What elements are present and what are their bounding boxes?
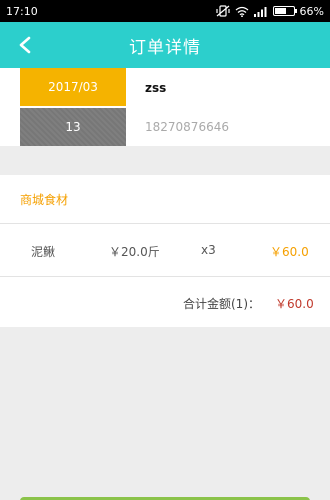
page-title: 订单详情 (129, 37, 201, 58)
section-title: 商城食材 (20, 193, 69, 207)
total-label: 合计金额(1)： (183, 297, 260, 311)
item-name: 泥鳅 (31, 245, 56, 259)
battery-icon (272, 6, 297, 16)
item-unit-price: ￥20.0斤 (109, 245, 160, 259)
order-day: 13 (20, 108, 126, 146)
order-info-card: 2017/03 13 zss 18270876646 (0, 68, 330, 146)
back-button[interactable] (10, 30, 40, 60)
item-quantity: x3 (201, 243, 216, 257)
order-items-section: 商城食材 泥鳅 ￥20.0斤 x3 ￥60.0 合计金额(1)： ￥60.0 (0, 175, 330, 327)
wifi-icon (235, 6, 248, 17)
signal-icon (253, 6, 267, 17)
vibrate-off-icon (215, 5, 230, 17)
status-bar: 17:10 66% (0, 0, 330, 22)
app-header: 订单详情 (0, 22, 330, 68)
chevron-left-icon (19, 36, 31, 54)
battery-percent: 66% (299, 4, 324, 18)
customer-name: zss (145, 81, 167, 95)
status-time: 17:10 (6, 4, 38, 18)
total-amount: ￥60.0 (275, 297, 314, 311)
customer-phone: 18270876646 (145, 120, 229, 134)
list-item: 泥鳅 ￥20.0斤 x3 ￥60.0 (0, 224, 330, 276)
item-subtotal: ￥60.0 (270, 245, 309, 259)
total-row: 合计金额(1)： ￥60.0 (0, 276, 330, 327)
battery-level (274, 8, 287, 14)
status-icons: 66% (215, 4, 324, 18)
order-month: 2017/03 (20, 68, 126, 106)
